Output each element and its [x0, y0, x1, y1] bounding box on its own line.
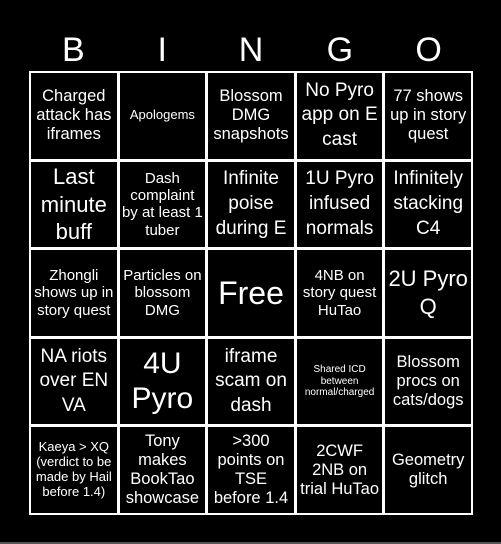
bingo-cell[interactable]: Dash complaint by at least 1 tuber [119, 161, 206, 248]
bingo-cell[interactable]: Apologems [119, 73, 206, 159]
bingo-cell[interactable]: >300 points on TSE before 1.4 [208, 427, 294, 513]
bingo-cell[interactable]: 4NB on story quest HuTao [296, 250, 383, 336]
bingo-cell[interactable]: Zhongli shows up in story quest [31, 250, 117, 336]
bingo-cell[interactable]: Infinitely stacking C4 [385, 161, 471, 248]
bingo-cell[interactable]: Shared ICD between normal/charged [296, 338, 383, 425]
bingo-cell[interactable]: 4U Pyro [119, 338, 206, 425]
bingo-cell[interactable]: Kaeya > XQ (verdict to be made by Hail b… [31, 427, 117, 513]
bingo-cell[interactable]: NA riots over EN VA [31, 338, 117, 425]
header-letter-b: B [62, 31, 85, 69]
free-space[interactable]: Free [208, 250, 294, 336]
header-letter-g: G [326, 31, 354, 69]
bingo-cell[interactable]: Last minute buff [31, 161, 117, 248]
bingo-cell[interactable]: Geometry glitch [385, 427, 471, 513]
bingo-cell[interactable]: Infinite poise during E [208, 161, 294, 248]
bingo-cell[interactable]: 77 shows up in story quest [385, 73, 471, 159]
bingo-cell[interactable]: Charged attack has iframes [31, 73, 117, 159]
bingo-cell[interactable]: Particles on blossom DMG [119, 250, 206, 336]
bingo-header: B I N G O [29, 28, 473, 72]
bingo-cell[interactable]: Tony makes BookTao showcase [119, 427, 206, 513]
bingo-cell[interactable]: Blossom DMG snapshots [208, 73, 294, 159]
header-letter-i: I [157, 31, 167, 69]
bingo-cell[interactable]: 1U Pyro infused normals [296, 161, 383, 248]
bingo-cell[interactable]: iframe scam on dash [208, 338, 294, 425]
bingo-cell[interactable]: 2U Pyro Q [385, 250, 471, 336]
bingo-board: Charged attack has iframes Apologems Blo… [29, 71, 473, 515]
header-letter-n: N [238, 31, 264, 69]
bingo-cell[interactable]: Blossom procs on cats/dogs [385, 338, 471, 425]
header-letter-o: O [415, 31, 442, 69]
bingo-cell[interactable]: 2CWF 2NB on trial HuTao [296, 427, 383, 513]
bingo-cell[interactable]: No Pyro app on E cast [296, 73, 383, 159]
